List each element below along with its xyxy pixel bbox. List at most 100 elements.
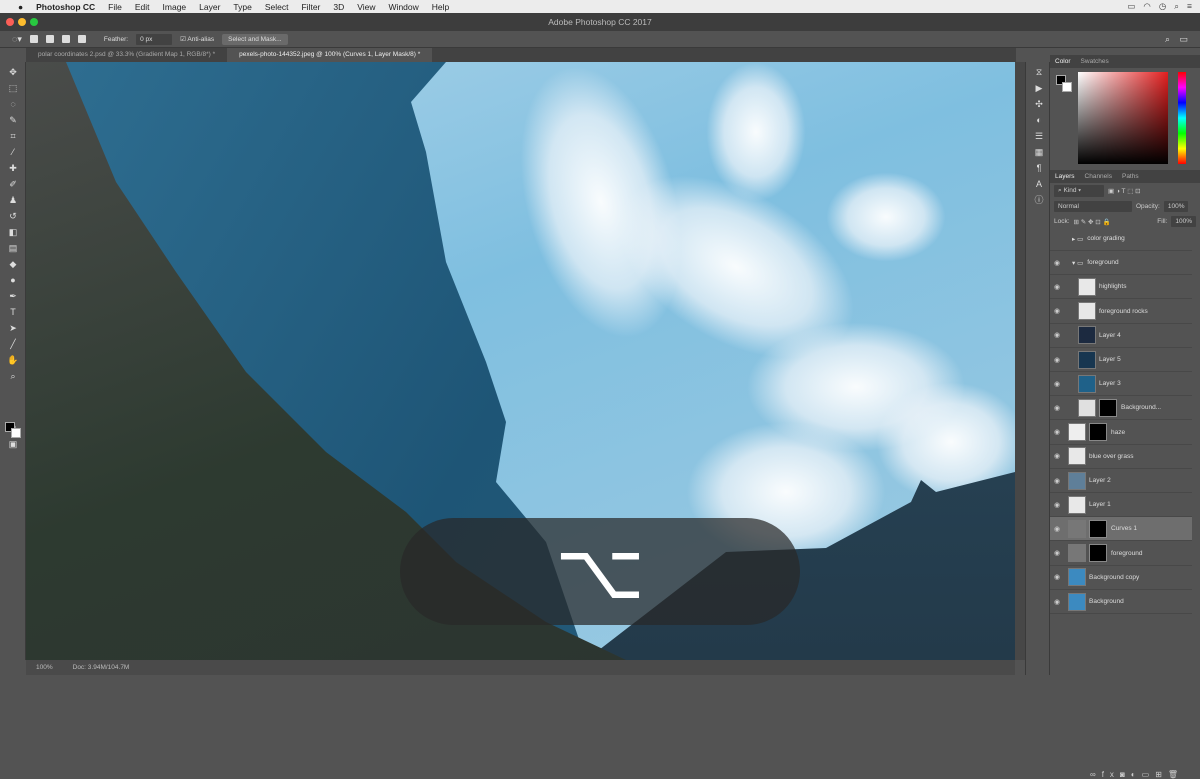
marquee-tool-icon[interactable]: ⬚ bbox=[6, 82, 20, 94]
layer-row[interactable]: ◉ ▾ ▭ foreground bbox=[1050, 251, 1192, 276]
visibility-eye-icon[interactable]: ◉ bbox=[1050, 452, 1064, 460]
menu-type[interactable]: Type bbox=[233, 2, 251, 12]
visibility-eye-icon[interactable]: ◉ bbox=[1050, 549, 1064, 557]
close-button[interactable] bbox=[6, 18, 14, 26]
move-tool-icon[interactable]: ✥ bbox=[6, 66, 20, 78]
link-icon[interactable]: ∞ bbox=[1090, 770, 1102, 779]
visibility-eye-icon[interactable]: ◉ bbox=[1050, 380, 1064, 388]
actions-icon[interactable]: ▶ bbox=[1032, 82, 1046, 94]
opacity-input[interactable]: 100% bbox=[1163, 201, 1189, 212]
minimize-button[interactable] bbox=[18, 18, 26, 26]
layer-row[interactable]: ◉ Layer 3 bbox=[1050, 372, 1192, 397]
wifi-icon[interactable]: ◠ bbox=[1143, 1, 1150, 12]
layer-row[interactable]: ◉ Background bbox=[1050, 590, 1192, 614]
visibility-eye-icon[interactable]: ◉ bbox=[1050, 477, 1064, 485]
battery-icon[interactable]: ▭ bbox=[1127, 1, 1135, 12]
character-icon[interactable]: A bbox=[1032, 178, 1046, 190]
healing-tool-icon[interactable]: ✚ bbox=[6, 162, 20, 174]
layer-row[interactable]: ◉ foreground bbox=[1050, 542, 1192, 566]
layer-mask-thumbnail[interactable] bbox=[1089, 544, 1107, 563]
shape-tool-icon[interactable]: ╱ bbox=[6, 338, 20, 350]
menu-help[interactable]: Help bbox=[432, 2, 449, 12]
visibility-eye-icon[interactable]: ◉ bbox=[1050, 598, 1064, 606]
background-color-swatch[interactable] bbox=[11, 428, 21, 438]
quick-select-tool-icon[interactable]: ✎ bbox=[6, 114, 20, 126]
type-tool-icon[interactable]: T bbox=[6, 306, 20, 318]
vertical-scrollbar[interactable] bbox=[1015, 62, 1025, 660]
menu-file[interactable]: File bbox=[108, 2, 122, 12]
layer-row[interactable]: ◉ Layer 4 bbox=[1050, 324, 1192, 348]
layer-row[interactable]: ▸ ▭ color grading bbox=[1050, 227, 1192, 251]
visibility-eye-icon[interactable]: ◉ bbox=[1050, 404, 1064, 412]
apple-icon[interactable]: ● bbox=[18, 2, 23, 12]
clock-icon[interactable]: ◷ bbox=[1159, 1, 1166, 12]
visibility-eye-icon[interactable]: ◉ bbox=[1050, 331, 1064, 339]
trash-icon[interactable]: 🗑 bbox=[1168, 770, 1184, 779]
tab-channels[interactable]: Channels bbox=[1085, 173, 1112, 180]
select-and-mask-button[interactable]: Select and Mask... bbox=[222, 33, 288, 45]
crop-tool-icon[interactable]: ⌗ bbox=[6, 130, 20, 142]
layer-row[interactable]: ◉ highlights bbox=[1050, 275, 1192, 300]
visibility-eye-icon[interactable]: ◉ bbox=[1050, 573, 1064, 581]
new-group-icon[interactable]: ▭ bbox=[1142, 770, 1156, 779]
layer-row[interactable]: ◉ Layer 1 bbox=[1050, 493, 1192, 518]
path-select-tool-icon[interactable]: ➤ bbox=[6, 322, 20, 334]
libraries-icon[interactable]: ▦ bbox=[1032, 146, 1046, 158]
layer-row[interactable]: ◉ Background copy bbox=[1050, 566, 1192, 590]
fx-icon[interactable]: fx bbox=[1102, 770, 1120, 779]
zoom-tool-icon[interactable]: ⌕ bbox=[6, 370, 20, 382]
lock-icons[interactable]: ⊞ ✎ ✥ ⊡ 🔒 bbox=[1074, 218, 1111, 226]
lasso-icon[interactable]: ◌▾ bbox=[12, 34, 22, 45]
layer-mask-thumbnail[interactable] bbox=[1089, 519, 1107, 538]
menu-edit[interactable]: Edit bbox=[135, 2, 150, 12]
menu-view[interactable]: View bbox=[357, 2, 375, 12]
layer-mask-thumbnail[interactable] bbox=[1089, 423, 1107, 442]
layer-row[interactable]: ◉ blue over grass bbox=[1050, 445, 1192, 469]
subtract-selection-icon[interactable] bbox=[61, 35, 70, 43]
menu-filter[interactable]: Filter bbox=[301, 2, 320, 12]
menu-image[interactable]: Image bbox=[163, 2, 187, 12]
blend-mode-select[interactable]: Normal bbox=[1054, 201, 1132, 212]
gradient-tool-icon[interactable]: ▤ bbox=[6, 242, 20, 254]
search-icon[interactable]: ⌕ bbox=[1165, 34, 1170, 45]
layer-row[interactable]: ◉ haze bbox=[1050, 421, 1192, 445]
filter-icons[interactable]: ▣ ◑ T ⬚ ⊡ bbox=[1108, 187, 1141, 195]
screen-mode-icon[interactable]: ▣ bbox=[6, 438, 20, 450]
menu-3d[interactable]: 3D bbox=[333, 2, 344, 12]
visibility-eye-icon[interactable]: ◉ bbox=[1050, 283, 1064, 291]
tab-polar-coordinates[interactable]: polar coordinates 2.psd @ 33.3% (Gradien… bbox=[26, 48, 227, 62]
visibility-eye-icon[interactable]: ◉ bbox=[1050, 356, 1064, 364]
tab-pexels-photo[interactable]: pexels-photo-144352.jpeg @ 100% (Curves … bbox=[227, 48, 433, 62]
menu-window[interactable]: Window bbox=[389, 2, 419, 12]
app-name[interactable]: Photoshop CC bbox=[36, 2, 95, 12]
stamp-tool-icon[interactable]: ♟ bbox=[6, 194, 20, 206]
layer-row[interactable]: ◉ Layer 5 bbox=[1050, 348, 1192, 372]
history-brush-icon[interactable]: ↺ bbox=[6, 210, 20, 222]
info-icon[interactable]: ⓘ bbox=[1032, 194, 1046, 206]
tab-paths[interactable]: Paths bbox=[1122, 173, 1139, 180]
layer-row[interactable]: ◉ Background... bbox=[1050, 396, 1192, 421]
color-field[interactable] bbox=[1078, 72, 1168, 164]
zoom-level[interactable]: 100% bbox=[36, 664, 53, 671]
eraser-tool-icon[interactable]: ◧ bbox=[6, 226, 20, 238]
tab-color[interactable]: Color bbox=[1055, 58, 1071, 65]
layer-row[interactable]: ◉ Layer 2 bbox=[1050, 469, 1192, 493]
add-mask-icon[interactable]: ◙ bbox=[1120, 770, 1131, 779]
layer-row[interactable]: ◉ foreground rocks bbox=[1050, 300, 1192, 324]
visibility-eye-icon[interactable]: ◉ bbox=[1050, 525, 1064, 533]
tab-layers[interactable]: Layers bbox=[1055, 173, 1075, 180]
dodge-tool-icon[interactable]: ● bbox=[6, 274, 20, 286]
feather-input[interactable]: 0 px bbox=[136, 33, 173, 45]
new-selection-icon[interactable] bbox=[29, 35, 38, 43]
fill-input[interactable]: 100% bbox=[1171, 216, 1196, 227]
layer-row[interactable]: ◉ Curves 1 bbox=[1050, 517, 1192, 542]
history-icon[interactable]: ⧖ bbox=[1032, 66, 1046, 78]
eyedropper-tool-icon[interactable]: ⁄ bbox=[6, 146, 20, 158]
layer-mask-thumbnail[interactable] bbox=[1099, 398, 1117, 417]
paragraph-icon[interactable]: ¶ bbox=[1032, 162, 1046, 174]
visibility-eye-icon[interactable]: ◉ bbox=[1050, 428, 1064, 436]
pen-tool-icon[interactable]: ✒ bbox=[6, 290, 20, 302]
new-layer-icon[interactable]: ⊞ bbox=[1155, 770, 1168, 779]
menu-select[interactable]: Select bbox=[265, 2, 289, 12]
properties-icon[interactable]: ☰ bbox=[1032, 130, 1046, 142]
